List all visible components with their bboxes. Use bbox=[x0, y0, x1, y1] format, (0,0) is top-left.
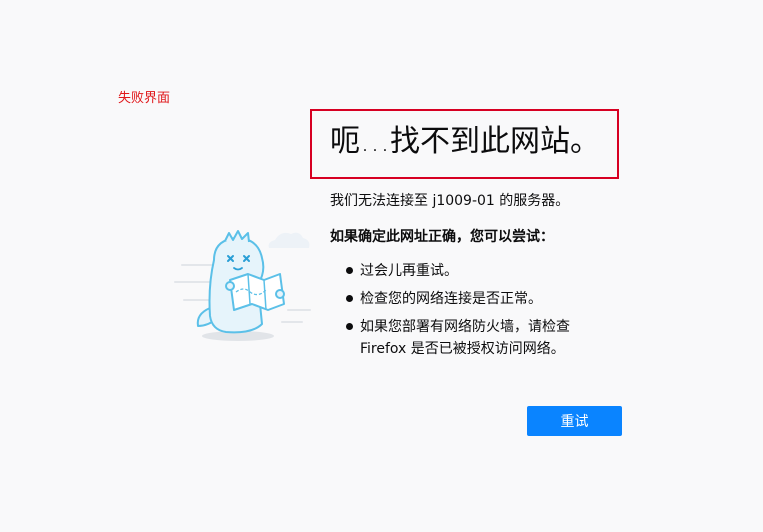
error-illustration bbox=[170, 210, 320, 350]
list-item: 过会儿再重试。 bbox=[330, 260, 610, 282]
dinosaur-holding-map-icon bbox=[174, 230, 311, 341]
list-item: 检查您的网络连接是否正常。 bbox=[330, 288, 610, 310]
suggestion-list: 过会儿再重试。 检查您的网络连接是否正常。 如果您部署有网络防火墙，请检查 Fi… bbox=[330, 260, 610, 366]
list-item: 如果您部署有网络防火墙，请检查 Firefox 是否已被授权访问网络。 bbox=[330, 316, 610, 360]
retry-button[interactable]: 重试 bbox=[527, 406, 622, 436]
page-title: 呃…找不到此网站。 bbox=[330, 124, 600, 159]
suggestion-heading: 如果确定此网址正确，您可以尝试： bbox=[330, 229, 554, 245]
error-description: 我们无法连接至 j1009-01 的服务器。 bbox=[330, 193, 570, 209]
annotation-label: 失败界面 bbox=[118, 91, 171, 106]
